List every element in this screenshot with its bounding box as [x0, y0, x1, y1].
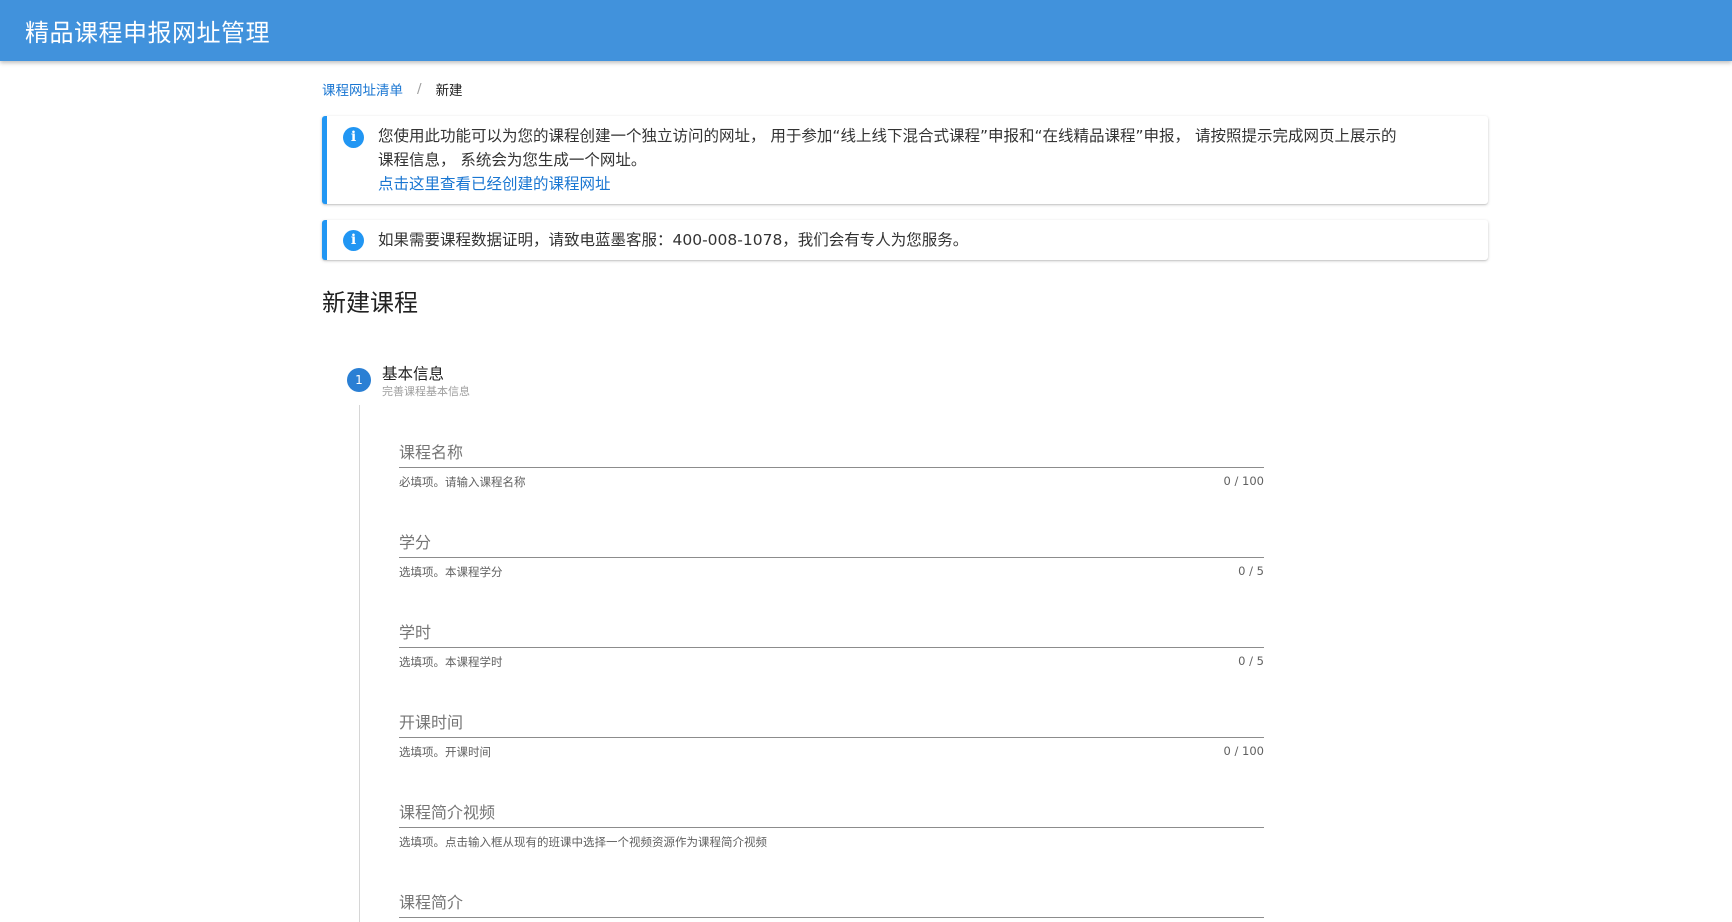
breadcrumb-current: 新建	[435, 83, 463, 99]
alert-text-line-2: 课程信息， 系统会为您生成一个网址。	[378, 151, 647, 169]
intro-video-input[interactable]	[399, 798, 1264, 828]
step-title[interactable]: 基本信息	[382, 362, 444, 384]
field-hint: 选填项。点击输入框从现有的班课中选择一个视频资源作为课程简介视频	[399, 835, 767, 849]
char-counter: 0 / 5	[1238, 654, 1264, 668]
course-name-field: 必填项。请输入课程名称 0 / 100	[399, 438, 1264, 490]
alert-text-line-1: 您使用此功能可以为您的课程创建一个独立访问的网址， 用于参加“线上线下混合式课程…	[378, 127, 1397, 145]
info-icon: i	[343, 127, 364, 148]
field-hint: 选填项。开课时间	[399, 745, 491, 759]
char-counter: 0 / 100	[1223, 474, 1264, 488]
info-alert-support: i 如果需要课程数据证明，请致电蓝墨客服：400-008-1078，我们会有专人…	[322, 220, 1488, 260]
course-intro-field	[399, 888, 1264, 918]
alert-content: 您使用此功能可以为您的课程创建一个独立访问的网址， 用于参加“线上线下混合式课程…	[378, 124, 1468, 196]
step-number-badge[interactable]: 1	[347, 368, 371, 392]
field-hint: 必填项。请输入课程名称	[399, 475, 526, 489]
field-hint: 选填项。本课程学分	[399, 565, 503, 579]
char-counter: 0 / 100	[1223, 744, 1264, 758]
field-hint: 选填项。本课程学时	[399, 655, 503, 669]
app-bar: 精品课程申报网址管理	[0, 0, 1732, 61]
page-title: 新建课程	[322, 289, 418, 317]
alert-support-text: 如果需要课程数据证明，请致电蓝墨客服：400-008-1078，我们会有专人为您…	[378, 231, 969, 249]
breadcrumb: 课程网址清单 / 新建	[322, 79, 463, 99]
app-title: 精品课程申报网址管理	[25, 19, 270, 47]
course-name-input[interactable]	[399, 438, 1264, 468]
hours-input[interactable]	[399, 618, 1264, 648]
start-time-input[interactable]	[399, 708, 1264, 738]
credits-input[interactable]	[399, 528, 1264, 558]
info-icon: i	[343, 230, 364, 251]
intro-video-field: 选填项。点击输入框从现有的班课中选择一个视频资源作为课程简介视频	[399, 798, 1264, 850]
course-intro-input[interactable]	[399, 888, 1264, 918]
view-created-urls-link[interactable]: 点击这里查看已经创建的课程网址	[378, 172, 1468, 196]
step-subtitle: 完善课程基本信息	[382, 385, 470, 398]
breadcrumb-link-course-list[interactable]: 课程网址清单	[322, 79, 403, 99]
breadcrumb-separator: /	[417, 81, 422, 97]
credits-field: 选填项。本课程学分 0 / 5	[399, 528, 1264, 580]
info-alert-usage: i 您使用此功能可以为您的课程创建一个独立访问的网址， 用于参加“线上线下混合式…	[322, 116, 1488, 204]
char-counter: 0 / 5	[1238, 564, 1264, 578]
start-time-field: 选填项。开课时间 0 / 100	[399, 708, 1264, 760]
step-connector-line	[359, 405, 360, 922]
hours-field: 选填项。本课程学时 0 / 5	[399, 618, 1264, 670]
